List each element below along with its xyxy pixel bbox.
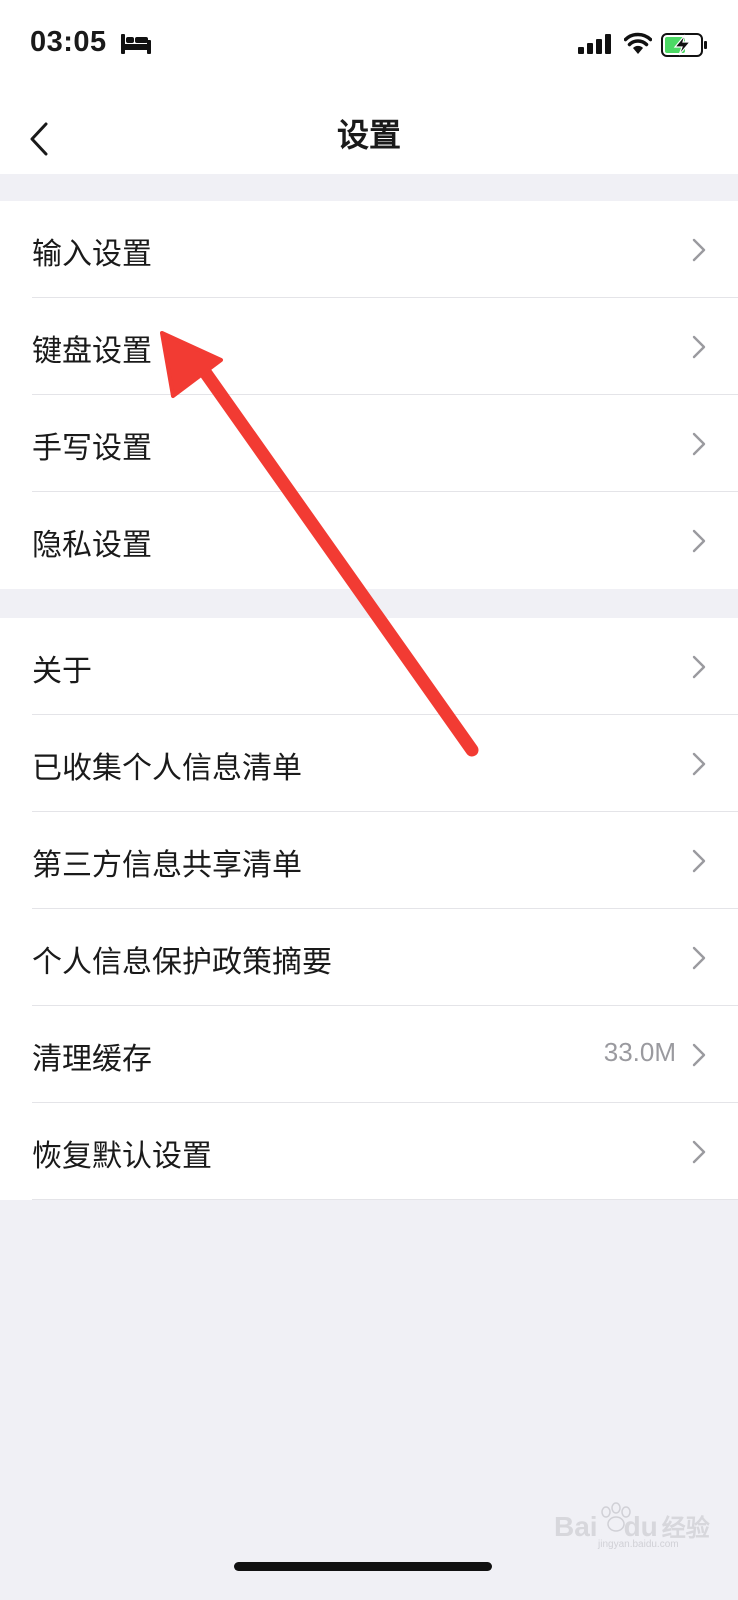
chevron-right-icon <box>692 432 706 456</box>
row-about[interactable]: 关于 <box>0 618 738 715</box>
row-label: 恢复默认设置 <box>32 1139 212 1174</box>
chevron-right-icon <box>692 238 706 262</box>
sleep-mode-icon <box>121 34 151 54</box>
watermark-url: jingyan.baidu.com <box>598 1539 679 1550</box>
cache-size-value: 33.0M <box>603 1037 676 1067</box>
chevron-right-icon <box>692 529 706 553</box>
chevron-right-icon <box>692 1140 706 1164</box>
baidu-jingyan-watermark: Bai du 经验 jingyan.baidu.com <box>554 1500 724 1550</box>
row-divider <box>32 1199 738 1200</box>
row-label: 个人信息保护政策摘要 <box>32 945 332 980</box>
page-title: 设置 <box>336 116 401 154</box>
row-collected-personal-info[interactable]: 已收集个人信息清单 <box>0 715 738 812</box>
watermark-brand2: du <box>623 1511 658 1542</box>
battery-charging-icon <box>661 33 707 57</box>
cellular-signal-icon <box>578 34 611 54</box>
chevron-right-icon <box>692 655 706 679</box>
home-indicator[interactable] <box>234 1562 492 1571</box>
row-label: 已收集个人信息清单 <box>32 751 302 786</box>
chevron-right-icon <box>692 946 706 970</box>
chevron-right-icon <box>692 335 706 359</box>
row-handwriting-settings[interactable]: 手写设置 <box>0 395 738 492</box>
wifi-icon <box>624 32 652 54</box>
status-time: 03:05 <box>30 26 107 58</box>
row-label: 隐私设置 <box>32 528 152 563</box>
settings-group-secondary: 关于 已收集个人信息清单 第三方信息共享清单 个人信息保护政策摘要 清理缓存 3… <box>0 618 738 1200</box>
settings-group-primary: 输入设置 键盘设置 手写设置 隐私设置 <box>0 201 738 589</box>
row-label: 键盘设置 <box>32 334 152 369</box>
nav-bar: 设置 <box>0 90 738 174</box>
row-privacy-settings[interactable]: 隐私设置 <box>0 492 738 589</box>
status-bar: 03:05 <box>0 0 738 90</box>
row-label: 手写设置 <box>32 431 152 466</box>
row-keyboard-settings[interactable]: 键盘设置 <box>0 298 738 395</box>
chevron-right-icon <box>692 752 706 776</box>
watermark-suffix: 经验 <box>661 1515 710 1542</box>
row-label: 输入设置 <box>32 237 152 272</box>
row-third-party-sharing[interactable]: 第三方信息共享清单 <box>0 812 738 909</box>
row-clear-cache[interactable]: 清理缓存 33.0M <box>0 1006 738 1103</box>
row-privacy-policy-summary[interactable]: 个人信息保护政策摘要 <box>0 909 738 1006</box>
chevron-right-icon <box>692 849 706 873</box>
chevron-right-icon <box>692 1043 706 1067</box>
watermark-brand: Bai <box>554 1511 598 1542</box>
row-restore-defaults[interactable]: 恢复默认设置 <box>0 1103 738 1200</box>
row-label: 第三方信息共享清单 <box>32 848 302 883</box>
row-input-settings[interactable]: 输入设置 <box>0 201 738 298</box>
row-label: 关于 <box>32 654 92 689</box>
row-label: 清理缓存 <box>32 1042 152 1077</box>
